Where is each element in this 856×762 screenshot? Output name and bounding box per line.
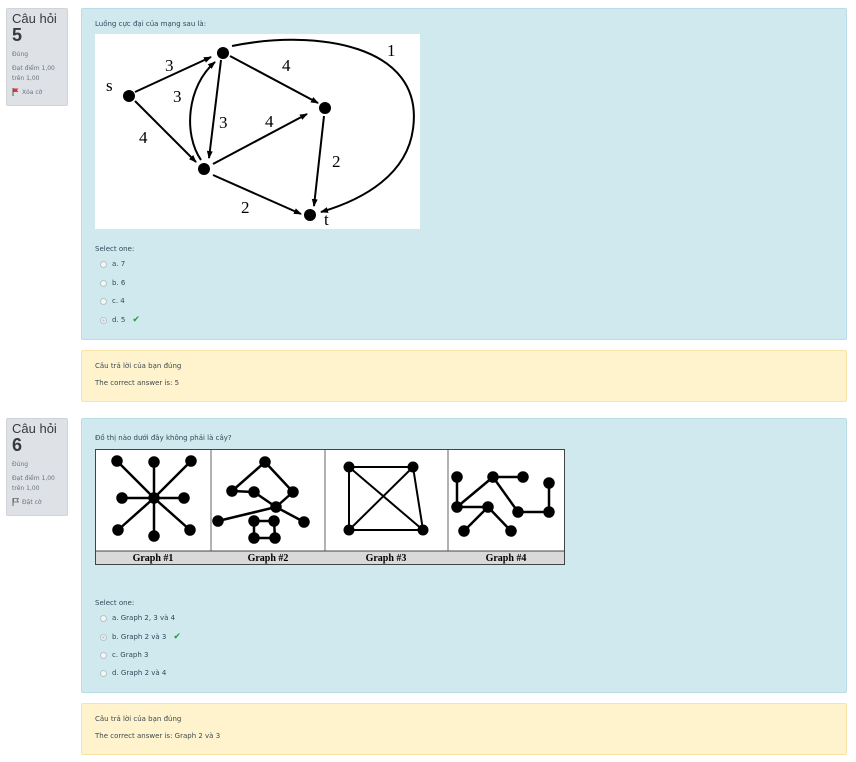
label-s: s <box>106 76 113 95</box>
radio-button[interactable] <box>100 669 107 677</box>
caption-graph-1: Graph #1 <box>133 553 174 564</box>
question-label: Câu hỏi <box>12 11 57 26</box>
flag-outline-icon <box>12 498 19 506</box>
caption-graph-4: Graph #4 <box>486 553 527 564</box>
question-content-6: Đồ thị nào dưới đây không phải là cây? G… <box>81 418 847 693</box>
option-label: b. Graph 2 và 3 <box>112 633 167 641</box>
edge-b-t <box>212 174 302 215</box>
question-text: Luồng cực đại của mạng sau là: <box>95 20 207 28</box>
select-one-label: Select one: <box>95 599 135 607</box>
node-b <box>198 163 210 175</box>
radio-button[interactable] <box>100 297 107 305</box>
edge-label-b-t: 2 <box>241 198 250 217</box>
option-label: d. 5 <box>112 316 126 324</box>
radio-button[interactable] <box>100 260 107 268</box>
caption-graph-2: Graph #2 <box>248 553 289 564</box>
flag-label: Xóa cờ <box>22 88 43 96</box>
graph-1 <box>111 455 197 542</box>
question-info-5: Câu hỏi 5 Đúng Đạt điểm 1,00 trên 1,00 X… <box>6 8 68 106</box>
select-one-label: Select one: <box>95 245 135 253</box>
edge-a-b <box>206 59 222 159</box>
option-label: c. Graph 3 <box>112 651 149 659</box>
check-icon: ✔ <box>132 315 140 325</box>
radio-button[interactable] <box>100 651 107 659</box>
score-line-1: Đạt điểm 1,00 <box>12 65 55 72</box>
question-text: Đồ thị nào dưới đây không phải là cây? <box>95 434 232 442</box>
feedback-5: Câu trả lời của bạn đúng The correct ans… <box>81 350 847 402</box>
question-status: Đúng <box>12 51 29 58</box>
option-label: a. Graph 2, 3 và 4 <box>112 614 176 622</box>
question-info-6: Câu hỏi 6 Đúng Đạt điểm 1,00 trên 1,00 Đ… <box>6 418 68 516</box>
option-label: d. Graph 2 và 4 <box>112 669 167 677</box>
graph-3 <box>343 461 429 536</box>
label-t: t <box>324 210 329 229</box>
option-label: a. 7 <box>112 260 126 268</box>
question-number: 6 <box>12 435 23 455</box>
option-label: c. 4 <box>112 297 125 305</box>
edge-label-s-b: 4 <box>139 128 148 147</box>
correct-answer: The correct answer is: Graph 2 và 3 <box>95 732 221 740</box>
radio-button-checked[interactable] <box>100 316 107 324</box>
question-number: 5 <box>12 25 23 45</box>
edge-label-a-b: 3 <box>219 113 228 132</box>
option-b[interactable]: b. Graph 2 và 3 ✔ <box>100 632 181 642</box>
edge-label-a-t: 1 <box>387 41 396 60</box>
option-b[interactable]: b. 6 <box>100 279 125 287</box>
feedback-result: Câu trả lời của bạn đúng <box>95 715 182 723</box>
option-a[interactable]: a. Graph 2, 3 và 4 <box>100 614 175 622</box>
question-status: Đúng <box>12 461 29 468</box>
radio-button[interactable] <box>100 614 107 622</box>
feedback-result: Câu trả lời của bạn đúng <box>95 362 182 370</box>
question-label: Câu hỏi <box>12 421 57 436</box>
flag-label: Đặt cờ <box>22 498 42 506</box>
edge-label-s-a: 3 <box>165 56 174 75</box>
node-s <box>123 90 135 102</box>
feedback-6: Câu trả lời của bạn đúng The correct ans… <box>81 703 847 755</box>
graph-4 <box>451 471 555 537</box>
node-t <box>304 209 316 221</box>
option-d[interactable]: d. Graph 2 và 4 <box>100 669 166 677</box>
radio-button-checked[interactable] <box>100 633 107 641</box>
option-label: b. 6 <box>112 279 126 287</box>
edge-c-t <box>311 115 325 207</box>
graph-2 <box>212 456 310 544</box>
network-flow-diagram: s t 3 3 3 4 4 4 2 2 1 <box>95 34 420 229</box>
node-c <box>319 102 331 114</box>
flag-filled-red-icon <box>12 88 19 96</box>
score-line-2: trên 1,00 <box>12 485 40 492</box>
flag-toggle[interactable]: Xóa cờ <box>12 88 62 96</box>
edge-a-c <box>229 55 319 104</box>
correct-answer: The correct answer is: 5 <box>95 379 180 387</box>
flag-toggle[interactable]: Đặt cờ <box>12 498 62 506</box>
option-a[interactable]: a. 7 <box>100 260 125 268</box>
option-d[interactable]: d. 5 ✔ <box>100 315 140 325</box>
edge-label-b-a: 3 <box>173 87 182 106</box>
question-content-5: Luồng cực đại của mạng sau là: s t 3 3 3… <box>81 8 847 340</box>
edge-label-c-t: 2 <box>332 152 341 171</box>
graphs-figure: Graph #1 Graph #2 Graph #3 Graph #4 <box>95 449 565 565</box>
caption-graph-3: Graph #3 <box>366 553 407 564</box>
radio-button[interactable] <box>100 279 107 287</box>
option-c[interactable]: c. 4 <box>100 297 125 305</box>
option-c[interactable]: c. Graph 3 <box>100 651 148 659</box>
edge-label-b-c: 4 <box>265 112 274 131</box>
node-a <box>217 47 229 59</box>
edge-label-a-c: 4 <box>282 56 291 75</box>
check-icon: ✔ <box>173 632 181 642</box>
score-line-1: Đạt điểm 1,00 <box>12 475 55 482</box>
score-line-2: trên 1,00 <box>12 75 40 82</box>
